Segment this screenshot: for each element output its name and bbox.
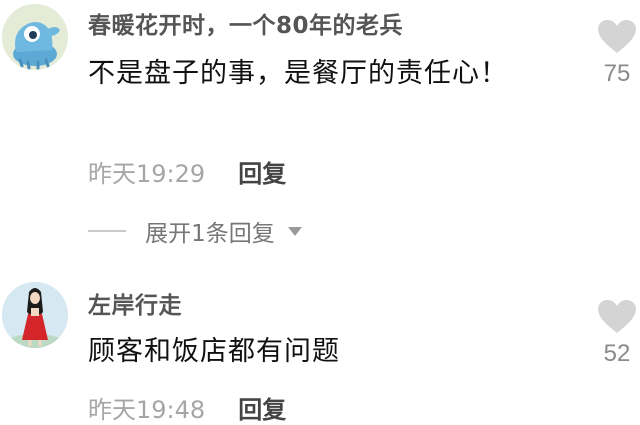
- like-count: 52: [603, 340, 631, 367]
- username[interactable]: 春暖花开时，一个80年的老兵: [88, 6, 403, 40]
- reply-button[interactable]: 回复: [238, 160, 286, 188]
- expand-divider: [88, 230, 126, 232]
- user-avatar[interactable]: [2, 282, 68, 348]
- girl-red-dress-avatar-icon: [2, 282, 68, 348]
- heart-icon: [598, 300, 636, 333]
- like-button[interactable]: 75: [592, 20, 640, 88]
- like-count: 75: [603, 60, 631, 87]
- heart-icon: [598, 20, 636, 53]
- expand-replies-label: 展开1条回复: [145, 221, 275, 247]
- comment-text: 不是盘子的事，是餐厅的责任心！: [88, 58, 508, 89]
- comment-time: 昨天19:29: [88, 160, 206, 188]
- caret-down-icon: [287, 226, 302, 236]
- like-button[interactable]: 52: [592, 300, 640, 368]
- expand-replies-button[interactable]: 展开1条回复: [88, 214, 302, 247]
- comment-meta: 昨天19:29 回复: [88, 154, 286, 189]
- blue-cartoon-avatar-icon: [2, 4, 68, 70]
- user-avatar[interactable]: [2, 4, 68, 70]
- username[interactable]: 左岸行走: [88, 286, 182, 320]
- comment-text: 顾客和饭店都有问题: [88, 336, 340, 367]
